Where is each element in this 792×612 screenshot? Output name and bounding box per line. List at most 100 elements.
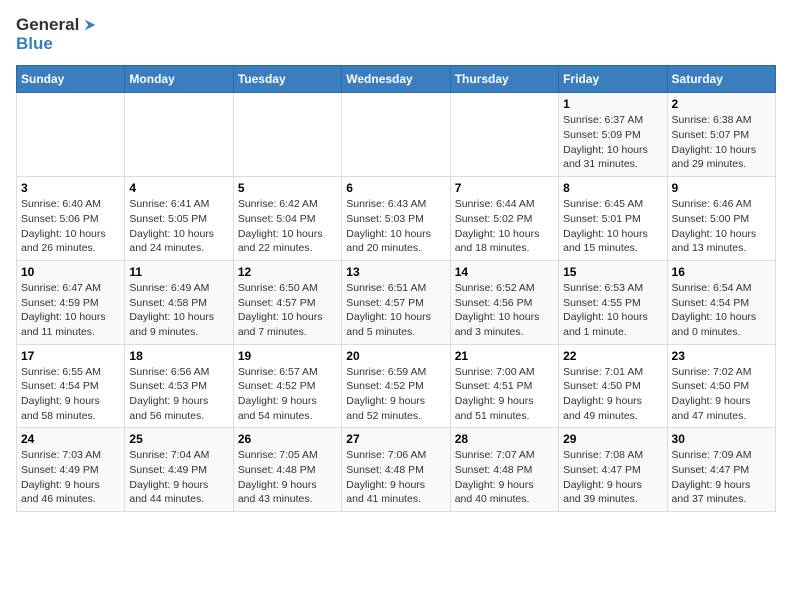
day-info: Sunrise: 7:07 AM Sunset: 4:48 PM Dayligh… bbox=[455, 448, 554, 507]
calendar-cell: 6 Sunrise: 6:43 AM Sunset: 5:03 PM Daylig… bbox=[342, 177, 450, 261]
weekday-header-row: SundayMondayTuesdayWednesdayThursdayFrid… bbox=[17, 66, 776, 93]
day-number: 4 bbox=[129, 181, 228, 195]
day-number: 29 bbox=[563, 432, 662, 446]
calendar-cell bbox=[125, 93, 233, 177]
week-row-2: 3 Sunrise: 6:40 AM Sunset: 5:06 PM Daylig… bbox=[17, 177, 776, 261]
day-info: Sunrise: 6:53 AM Sunset: 4:55 PM Dayligh… bbox=[563, 281, 662, 340]
weekday-header-sunday: Sunday bbox=[17, 66, 125, 93]
logo-blue-text: Blue bbox=[16, 34, 53, 53]
day-info: Sunrise: 6:47 AM Sunset: 4:59 PM Dayligh… bbox=[21, 281, 120, 340]
weekday-header-monday: Monday bbox=[125, 66, 233, 93]
day-info: Sunrise: 6:51 AM Sunset: 4:57 PM Dayligh… bbox=[346, 281, 445, 340]
weekday-header-wednesday: Wednesday bbox=[342, 66, 450, 93]
calendar-cell: 15 Sunrise: 6:53 AM Sunset: 4:55 PM Dayli… bbox=[559, 260, 667, 344]
calendar-cell bbox=[450, 93, 558, 177]
weekday-header-saturday: Saturday bbox=[667, 66, 775, 93]
calendar-cell: 2 Sunrise: 6:38 AM Sunset: 5:07 PM Daylig… bbox=[667, 93, 775, 177]
calendar-cell bbox=[342, 93, 450, 177]
day-number: 1 bbox=[563, 97, 662, 111]
day-info: Sunrise: 7:04 AM Sunset: 4:49 PM Dayligh… bbox=[129, 448, 228, 507]
week-row-5: 24 Sunrise: 7:03 AM Sunset: 4:49 PM Dayli… bbox=[17, 428, 776, 512]
calendar-cell: 5 Sunrise: 6:42 AM Sunset: 5:04 PM Daylig… bbox=[233, 177, 341, 261]
day-number: 27 bbox=[346, 432, 445, 446]
calendar-cell bbox=[233, 93, 341, 177]
day-info: Sunrise: 7:09 AM Sunset: 4:47 PM Dayligh… bbox=[672, 448, 771, 507]
calendar-cell: 7Sunrise: 6:44 AM Sunset: 5:02 PM Daylig… bbox=[450, 177, 558, 261]
day-number: 14 bbox=[455, 265, 554, 279]
day-info: Sunrise: 7:01 AM Sunset: 4:50 PM Dayligh… bbox=[563, 365, 662, 424]
day-info: Sunrise: 7:08 AM Sunset: 4:47 PM Dayligh… bbox=[563, 448, 662, 507]
day-number: 20 bbox=[346, 349, 445, 363]
calendar-cell bbox=[17, 93, 125, 177]
calendar-cell: 26Sunrise: 7:05 AM Sunset: 4:48 PM Dayli… bbox=[233, 428, 341, 512]
logo-general-text: General bbox=[16, 16, 79, 35]
day-info: Sunrise: 6:56 AM Sunset: 4:53 PM Dayligh… bbox=[129, 365, 228, 424]
day-number: 25 bbox=[129, 432, 228, 446]
day-number: 8 bbox=[563, 181, 662, 195]
logo-text: General Blue bbox=[16, 16, 99, 53]
day-number: 22 bbox=[563, 349, 662, 363]
calendar-cell: 22 Sunrise: 7:01 AM Sunset: 4:50 PM Dayli… bbox=[559, 344, 667, 428]
day-number: 19 bbox=[238, 349, 337, 363]
calendar-cell: 11Sunrise: 6:49 AM Sunset: 4:58 PM Dayli… bbox=[125, 260, 233, 344]
calendar-cell: 30 Sunrise: 7:09 AM Sunset: 4:47 PM Dayli… bbox=[667, 428, 775, 512]
calendar-cell: 21 Sunrise: 7:00 AM Sunset: 4:51 PM Dayli… bbox=[450, 344, 558, 428]
calendar-cell: 13Sunrise: 6:51 AM Sunset: 4:57 PM Dayli… bbox=[342, 260, 450, 344]
day-number: 6 bbox=[346, 181, 445, 195]
day-number: 12 bbox=[238, 265, 337, 279]
logo-arrow-icon bbox=[81, 16, 99, 34]
weekday-header-friday: Friday bbox=[559, 66, 667, 93]
day-info: Sunrise: 6:43 AM Sunset: 5:03 PM Dayligh… bbox=[346, 197, 445, 256]
day-info: Sunrise: 6:55 AM Sunset: 4:54 PM Dayligh… bbox=[21, 365, 120, 424]
day-info: Sunrise: 7:03 AM Sunset: 4:49 PM Dayligh… bbox=[21, 448, 120, 507]
day-info: Sunrise: 6:46 AM Sunset: 5:00 PM Dayligh… bbox=[672, 197, 771, 256]
calendar-cell: 19 Sunrise: 6:57 AM Sunset: 4:52 PM Dayli… bbox=[233, 344, 341, 428]
day-info: Sunrise: 6:59 AM Sunset: 4:52 PM Dayligh… bbox=[346, 365, 445, 424]
weekday-header-thursday: Thursday bbox=[450, 66, 558, 93]
calendar-cell: 10 Sunrise: 6:47 AM Sunset: 4:59 PM Dayli… bbox=[17, 260, 125, 344]
day-number: 2 bbox=[672, 97, 771, 111]
day-info: Sunrise: 6:54 AM Sunset: 4:54 PM Dayligh… bbox=[672, 281, 771, 340]
day-number: 18 bbox=[129, 349, 228, 363]
calendar-cell: 18 Sunrise: 6:56 AM Sunset: 4:53 PM Dayli… bbox=[125, 344, 233, 428]
day-info: Sunrise: 6:57 AM Sunset: 4:52 PM Dayligh… bbox=[238, 365, 337, 424]
day-number: 9 bbox=[672, 181, 771, 195]
day-info: Sunrise: 6:44 AM Sunset: 5:02 PM Dayligh… bbox=[455, 197, 554, 256]
calendar-cell: 24 Sunrise: 7:03 AM Sunset: 4:49 PM Dayli… bbox=[17, 428, 125, 512]
day-info: Sunrise: 6:42 AM Sunset: 5:04 PM Dayligh… bbox=[238, 197, 337, 256]
day-number: 23 bbox=[672, 349, 771, 363]
calendar-cell: 17 Sunrise: 6:55 AM Sunset: 4:54 PM Dayli… bbox=[17, 344, 125, 428]
day-number: 28 bbox=[455, 432, 554, 446]
calendar-cell: 8 Sunrise: 6:45 AM Sunset: 5:01 PM Daylig… bbox=[559, 177, 667, 261]
calendar-cell: 29 Sunrise: 7:08 AM Sunset: 4:47 PM Dayli… bbox=[559, 428, 667, 512]
day-info: Sunrise: 7:06 AM Sunset: 4:48 PM Dayligh… bbox=[346, 448, 445, 507]
day-number: 17 bbox=[21, 349, 120, 363]
day-info: Sunrise: 6:38 AM Sunset: 5:07 PM Dayligh… bbox=[672, 113, 771, 172]
day-info: Sunrise: 6:45 AM Sunset: 5:01 PM Dayligh… bbox=[563, 197, 662, 256]
day-info: Sunrise: 7:02 AM Sunset: 4:50 PM Dayligh… bbox=[672, 365, 771, 424]
day-info: Sunrise: 6:50 AM Sunset: 4:57 PM Dayligh… bbox=[238, 281, 337, 340]
day-number: 3 bbox=[21, 181, 120, 195]
day-info: Sunrise: 6:52 AM Sunset: 4:56 PM Dayligh… bbox=[455, 281, 554, 340]
day-number: 10 bbox=[21, 265, 120, 279]
day-number: 30 bbox=[672, 432, 771, 446]
day-info: Sunrise: 7:00 AM Sunset: 4:51 PM Dayligh… bbox=[455, 365, 554, 424]
day-number: 21 bbox=[455, 349, 554, 363]
calendar-cell: 3 Sunrise: 6:40 AM Sunset: 5:06 PM Daylig… bbox=[17, 177, 125, 261]
calendar-cell: 23 Sunrise: 7:02 AM Sunset: 4:50 PM Dayli… bbox=[667, 344, 775, 428]
week-row-4: 17 Sunrise: 6:55 AM Sunset: 4:54 PM Dayli… bbox=[17, 344, 776, 428]
calendar-cell: 25 Sunrise: 7:04 AM Sunset: 4:49 PM Dayli… bbox=[125, 428, 233, 512]
day-info: Sunrise: 7:05 AM Sunset: 4:48 PM Dayligh… bbox=[238, 448, 337, 507]
weekday-header-tuesday: Tuesday bbox=[233, 66, 341, 93]
day-info: Sunrise: 6:40 AM Sunset: 5:06 PM Dayligh… bbox=[21, 197, 120, 256]
day-number: 11 bbox=[129, 265, 228, 279]
calendar-cell: 1Sunrise: 6:37 AM Sunset: 5:09 PM Daylig… bbox=[559, 93, 667, 177]
calendar-cell: 9 Sunrise: 6:46 AM Sunset: 5:00 PM Daylig… bbox=[667, 177, 775, 261]
calendar-cell: 16Sunrise: 6:54 AM Sunset: 4:54 PM Dayli… bbox=[667, 260, 775, 344]
day-number: 24 bbox=[21, 432, 120, 446]
week-row-3: 10 Sunrise: 6:47 AM Sunset: 4:59 PM Dayli… bbox=[17, 260, 776, 344]
day-number: 15 bbox=[563, 265, 662, 279]
day-info: Sunrise: 6:41 AM Sunset: 5:05 PM Dayligh… bbox=[129, 197, 228, 256]
page-header: General Blue bbox=[16, 16, 776, 53]
day-number: 5 bbox=[238, 181, 337, 195]
